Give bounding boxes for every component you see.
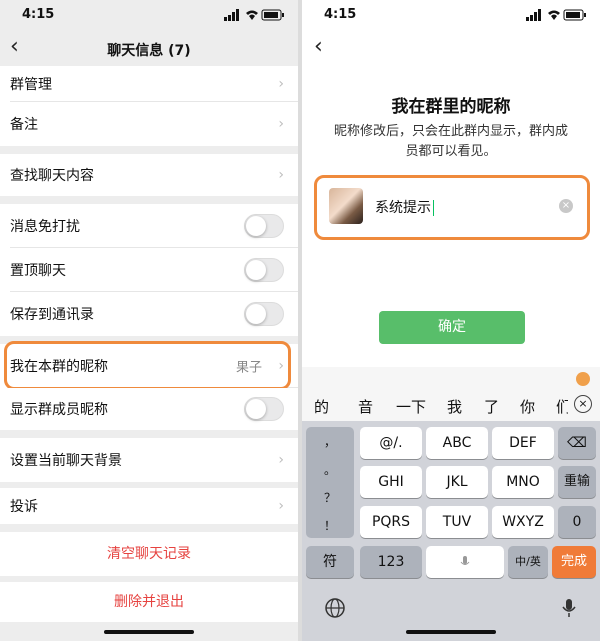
home-indicator [406,630,496,634]
row-mute: 消息免打扰 [0,204,298,248]
pin-toggle[interactable] [244,258,284,282]
nickname-text: 系统提示 [375,200,431,216]
microphone-icon[interactable] [560,597,578,619]
keyboard: ， 。 ？ ！ @/. ABC DEF ⌫ GHI JKL MNO 重输 PQR… [302,421,600,641]
delete-exit-button[interactable]: 删除并退出 [0,582,298,622]
show-nicknames-toggle[interactable] [244,397,284,421]
row-label: 我在本群的昵称 [10,359,108,375]
row-search-chat[interactable]: 查找聊天内容 › [0,154,298,196]
row-set-background[interactable]: 设置当前聊天背景 › [0,438,298,482]
punctuation-column[interactable]: ， 。 ？ ！ [306,427,354,538]
row-label: 备注 [10,117,38,133]
chevron-right-icon: › [278,76,284,92]
keyboard-toolbar [302,367,600,389]
status-time: 4:15 [324,7,357,22]
toggle-knob [246,216,266,236]
row-label: 消息免打扰 [10,219,80,235]
candidate-word[interactable]: 你 [520,396,535,417]
toggle-knob [246,260,266,280]
row-label: 投诉 [10,499,38,515]
clear-history-button[interactable]: 清空聊天记录 [0,532,298,576]
row-label: 保存到通讯录 [10,307,94,323]
row-group-manage[interactable]: 群管理 › [0,66,298,102]
row-save-contacts: 保存到通讯录 [0,292,298,336]
nickname-value: 果子 [235,360,262,376]
chevron-right-icon: › [278,358,284,374]
mute-toggle[interactable] [244,214,284,238]
row-complain[interactable]: 投诉 › [0,488,298,524]
punct-key[interactable]: ？ [306,489,354,506]
nav-bar: ‹ 聊天信息 (7) [0,30,298,66]
chevron-right-icon: › [278,116,284,132]
row-remark[interactable]: 备注 › [0,102,298,146]
chevron-right-icon: › [278,498,284,514]
page-title: 我在群里的昵称 [391,97,511,117]
number-key[interactable]: 123 [360,546,422,578]
candidate-word[interactable]: 的 [314,396,329,417]
signal-wifi-battery-icon [526,9,586,21]
space-key[interactable] [426,546,504,578]
punct-key[interactable]: ， [306,433,354,450]
key-jkl[interactable]: JKL [426,466,488,498]
done-key[interactable]: 完成 [552,546,596,578]
status-time: 4:15 [22,7,55,22]
symbol-key[interactable]: 符 [306,546,354,578]
page-title: 聊天信息 (7) [107,43,191,59]
row-show-member-nicknames: 显示群成员昵称 [0,388,298,430]
status-bar: 4:15 [0,0,298,30]
avatar [329,188,363,224]
status-bar: 4:15 [302,0,600,30]
save-contacts-toggle[interactable] [244,302,284,326]
row-pin: 置顶聊天 [0,248,298,292]
key-wxyz[interactable]: WXYZ [492,506,554,538]
nickname-input-value: 系统提示 [375,197,434,217]
back-button[interactable]: ‹ [314,36,323,58]
text-cursor [433,200,434,216]
candidate-word[interactable]: 我 [447,396,462,417]
candidate-word[interactable]: 了 [484,396,499,417]
confirm-button[interactable]: 确定 [379,311,525,344]
row-my-nickname[interactable]: 我在本群的昵称 果子 › [0,344,298,388]
zero-key[interactable]: 0 [558,506,596,538]
key-mno[interactable]: MNO [492,466,554,498]
toggle-knob [246,399,266,419]
row-label: 群管理 [10,77,52,93]
chevron-right-icon: › [278,167,284,183]
key-ghi[interactable]: GHI [360,466,422,498]
chevron-right-icon: › [278,452,284,468]
candidate-word[interactable]: 们 [556,396,568,417]
description-text: 昵称修改后，只会在此群内显示，群内成员都可以看见。 [333,124,568,159]
candidate-bar: 的 音 一下 我 了 你 们 × [302,389,600,421]
reenter-key[interactable]: 重输 [558,466,596,498]
language-switch-key[interactable]: 中/英 [508,546,548,578]
home-indicator [104,630,194,634]
key-def[interactable]: DEF [492,427,554,459]
key-at[interactable]: @/. [360,427,422,459]
close-candidates-icon[interactable]: × [574,395,592,413]
globe-icon[interactable] [324,597,346,619]
key-abc[interactable]: ABC [426,427,488,459]
nickname-input[interactable]: 系统提示 × [314,175,590,240]
candidate-word[interactable]: 音 [358,396,373,417]
toggle-knob [246,304,266,324]
edit-nickname-screen: 4:15 ‹ 我在群里的昵称 昵称修改后，只会在此群内显示，群内成员都可以看见。… [302,0,600,641]
row-label: 置顶聊天 [10,263,66,279]
key-tuv[interactable]: TUV [426,506,488,538]
backspace-key[interactable]: ⌫ [558,427,596,459]
keyboard-logo-icon[interactable] [576,372,590,386]
clear-icon[interactable]: × [559,199,573,213]
key-pqrs[interactable]: PQRS [360,506,422,538]
microphone-small-icon [460,556,470,565]
punct-key[interactable]: ！ [306,517,354,534]
row-label: 查找聊天内容 [10,168,94,184]
candidate-word[interactable]: 一下 [396,396,426,417]
chat-info-screen: 4:15 ‹ 聊天信息 (7) 群管理 › 备注 › 查找聊天内容 › 消息免打… [0,0,298,641]
punct-key[interactable]: 。 [306,461,354,478]
signal-wifi-battery-icon [224,9,284,21]
row-label: 设置当前聊天背景 [10,453,122,469]
row-label: 显示群成员昵称 [10,402,108,418]
